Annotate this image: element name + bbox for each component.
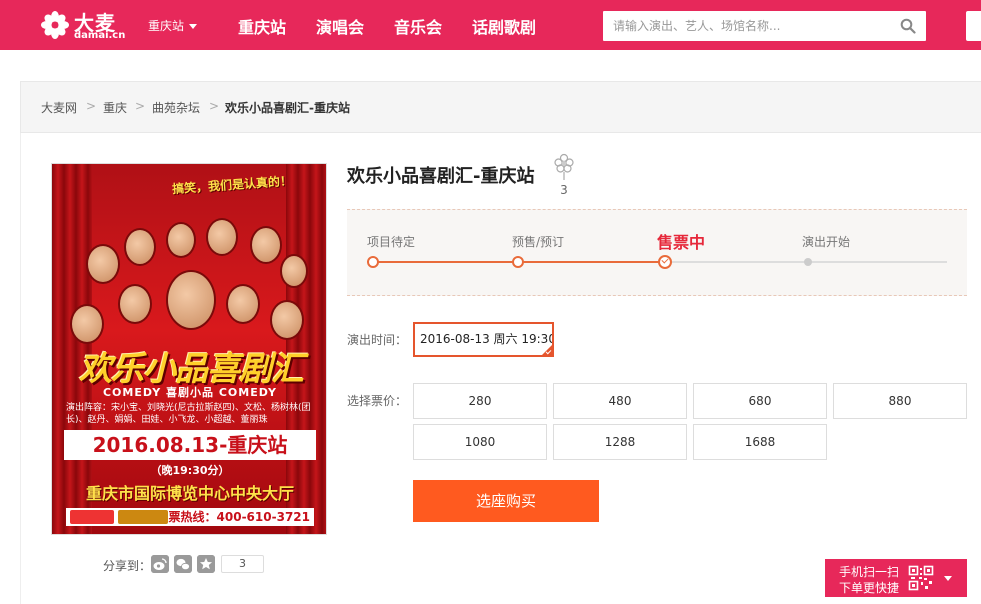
sales-progress: 项目待定 预售/预订 售票中 演出开始 [347, 209, 967, 296]
price-label: 选择票价： [347, 394, 408, 408]
step-label-on-sale: 售票中 [657, 233, 706, 252]
check-icon [661, 256, 669, 264]
step-dot-show-start [804, 258, 812, 266]
brand-domain: damai.cn [74, 30, 126, 41]
price-option[interactable]: 1288 [553, 424, 687, 460]
poster-headline: 欢乐小品喜剧汇 [79, 349, 304, 388]
city-label: 重庆站 [148, 19, 185, 33]
show-time-option[interactable]: 2016-08-13 周六 19:30 [413, 322, 554, 357]
chevron-down-icon [944, 576, 952, 581]
breadcrumb-separator: > [86, 99, 97, 113]
breadcrumb-current: 欢乐小品喜剧汇-重庆站 [225, 101, 350, 115]
price-option[interactable]: 1080 [413, 424, 547, 460]
step-label-presale: 预售/预订 [512, 235, 565, 249]
breadcrumb-separator: > [209, 99, 220, 113]
user-login-button[interactable] [966, 11, 981, 41]
event-title: 欢乐小品喜剧汇-重庆站 [347, 166, 535, 187]
nav-item-concert[interactable]: 演唱会 [316, 14, 364, 38]
step-label-show-start: 演出开始 [802, 235, 851, 249]
nav-item-drama[interactable]: 话剧歌剧 [472, 14, 536, 38]
breadcrumb-home[interactable]: 大麦网 [41, 99, 77, 116]
qr-code-icon [908, 565, 934, 591]
nav-item-music[interactable]: 音乐会 [394, 14, 442, 38]
city-selector[interactable]: 重庆站 [148, 17, 198, 34]
damai-logo[interactable]: 大麦 damai.cn [40, 8, 130, 42]
top-header: 大麦 damai.cn 重庆站 重庆站 演唱会 音乐会 话剧歌剧 [0, 0, 981, 50]
poster-date: 2016.08.13-重庆站 [64, 430, 316, 460]
nav-item-chongqing[interactable]: 重庆站 [238, 14, 286, 38]
breadcrumb: 大麦网 > 重庆 > 曲苑杂坛 > 欢乐小品喜剧汇-重庆站 [20, 81, 981, 133]
step-dot-presale [512, 256, 524, 268]
price-option[interactable]: 680 [693, 383, 827, 419]
search-box [603, 11, 926, 41]
chevron-down-icon [189, 24, 198, 29]
search-icon[interactable] [900, 18, 916, 34]
breadcrumb-city[interactable]: 重庆 [103, 99, 127, 116]
mobile-scan-badge[interactable]: 手机扫一扫 下单更快捷 [825, 559, 967, 597]
poster-subtitle: COMEDY 喜剧小品 COMEDY [102, 386, 278, 399]
poster-cast-list: 演出阵容：宋小宝、刘晓光(尼古拉斯赵四)、文松、杨树林(团长)、赵丹、娟娟、田娃… [66, 403, 311, 425]
event-poster[interactable]: 搞笑，我们是认真的！ 欢乐小品喜剧汇 COMEDY 喜剧小品 COMEDY 演出… [51, 163, 327, 535]
breadcrumb-category[interactable]: 曲苑杂坛 [152, 99, 200, 116]
weibo-icon[interactable] [151, 555, 169, 573]
price-option[interactable]: 880 [833, 383, 967, 419]
poster-cast-photos [66, 204, 314, 354]
share-count: 3 [221, 555, 264, 573]
show-time-label: 演出时间： [347, 333, 408, 347]
buy-seat-button[interactable]: 选座购买 [413, 480, 599, 522]
poster-venue: 重庆市国际博览中心中央大厅 [85, 484, 294, 503]
price-option[interactable]: 480 [553, 383, 687, 419]
flower-like-icon [554, 153, 574, 180]
step-dot-on-sale [658, 255, 672, 269]
favorite-icon[interactable] [197, 555, 215, 573]
wechat-icon[interactable] [174, 555, 192, 573]
breadcrumb-separator: > [135, 99, 146, 113]
search-input[interactable] [603, 11, 893, 41]
sponsor-logo [70, 510, 114, 524]
sponsor-logo [118, 510, 168, 524]
poster-time: （晚19:30分） [150, 464, 230, 477]
mobile-badge-line2: 下单更快捷 [839, 581, 900, 595]
price-option[interactable]: 1688 [693, 424, 827, 460]
step-label-pending: 项目待定 [367, 235, 416, 249]
damai-flower-icon [41, 11, 69, 39]
step-dot-pending [367, 256, 379, 268]
like-button[interactable]: 3 [553, 153, 575, 197]
mobile-badge-line1: 手机扫一扫 [839, 565, 900, 579]
poster-tagline: 搞笑，我们是认真的！ [171, 173, 293, 197]
show-time-value: 2016-08-13 周六 19:30 [420, 332, 554, 346]
share-label: 分享到： [103, 559, 152, 573]
like-count: 3 [560, 183, 568, 197]
price-option[interactable]: 280 [413, 383, 547, 419]
